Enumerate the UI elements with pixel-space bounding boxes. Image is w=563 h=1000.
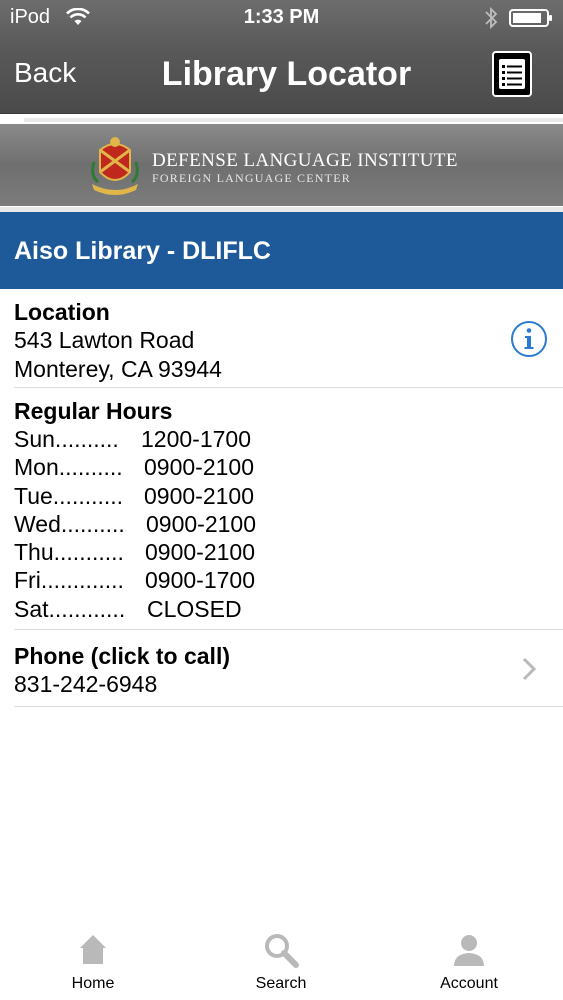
library-header: Aiso Library - DLIFLC	[0, 212, 563, 289]
hours-row: Tue........... 0900-2100	[14, 482, 563, 510]
bluetooth-icon	[485, 6, 498, 30]
menu-button[interactable]	[492, 51, 532, 97]
status-time: 1:33 PM	[243, 6, 320, 28]
hours-day: Fri.............	[14, 567, 124, 594]
hours-row: Fri............. 0900-1700	[14, 566, 563, 594]
hours-day: Thu...........	[14, 539, 124, 566]
page-title: Library Locator	[161, 55, 412, 93]
user-icon	[454, 935, 484, 966]
hours-value: 0900-2100	[146, 510, 256, 537]
hours-row: Wed.......... 0900-2100	[14, 510, 563, 538]
hours-value: 0900-2100	[144, 454, 254, 481]
phone-call-row[interactable]: Phone (click to call) 831-242-6948	[14, 642, 563, 699]
address-line-2: Monterey, CA 93944	[14, 355, 222, 382]
hours-value: 1200-1700	[141, 426, 251, 452]
tab-account-label: Account	[440, 975, 498, 992]
hours-row: Sun.......... 1200-1700	[14, 425, 563, 453]
battery-icon	[509, 9, 552, 27]
home-icon	[80, 935, 106, 964]
hours-day: Mon..........	[14, 454, 123, 481]
top-bar: iPod 1:33 PM Back Library Locator	[0, 0, 563, 114]
location-heading: Location	[14, 299, 110, 325]
hours-day: Sat............	[14, 595, 126, 622]
banner-subtitle: FOREIGN LANGUAGE CENTER	[152, 171, 351, 185]
hours-heading: Regular Hours	[14, 398, 173, 424]
hours-row: Mon.......... 0900-2100	[14, 453, 563, 481]
phone-heading: Phone (click to call)	[14, 643, 230, 669]
divider	[14, 706, 563, 707]
divider	[14, 629, 563, 630]
address-line-1: 543 Lawton Road	[14, 327, 195, 353]
hours-value: 0900-2100	[144, 482, 254, 509]
list-icon	[499, 59, 525, 89]
location-section: Location 543 Lawton Road Monterey, CA 93…	[14, 298, 563, 383]
tab-bar: Home Search Account	[0, 920, 563, 1000]
hours-day: Tue...........	[14, 482, 124, 509]
banner-top-line	[24, 118, 563, 122]
hours-row: Sat............ CLOSED	[14, 595, 563, 623]
chevron-right-icon[interactable]	[520, 656, 538, 682]
hours-row: Thu........... 0900-2100	[14, 538, 563, 566]
tab-home-label: Home	[71, 975, 115, 992]
tab-account[interactable]: Account	[399, 920, 539, 1000]
status-bar: iPod 1:33 PM	[0, 0, 563, 36]
banner-title: DEFENSE LANGUAGE INSTITUTE	[152, 150, 458, 171]
divider	[14, 387, 563, 388]
hours-value: CLOSED	[147, 595, 242, 622]
hours-value: 0900-2100	[145, 539, 255, 566]
tab-home[interactable]: Home	[23, 920, 163, 1000]
tab-search[interactable]: Search	[211, 920, 351, 1000]
hours-section: Regular Hours Sun.......... 1200-1700 Mo…	[14, 397, 563, 623]
crest-icon	[91, 137, 139, 195]
phone-number[interactable]: 831-242-6948	[14, 670, 563, 699]
institution-banner: DEFENSE LANGUAGE INSTITUTE FOREIGN LANGU…	[0, 124, 563, 206]
hours-day: Sun..........	[14, 426, 119, 452]
tab-search-label: Search	[255, 975, 307, 992]
library-name: Aiso Library - DLIFLC	[14, 237, 271, 265]
hours-value: 0900-1700	[145, 567, 255, 594]
info-icon[interactable]	[510, 320, 548, 358]
hours-day: Wed..........	[14, 510, 125, 537]
search-icon	[265, 934, 299, 968]
